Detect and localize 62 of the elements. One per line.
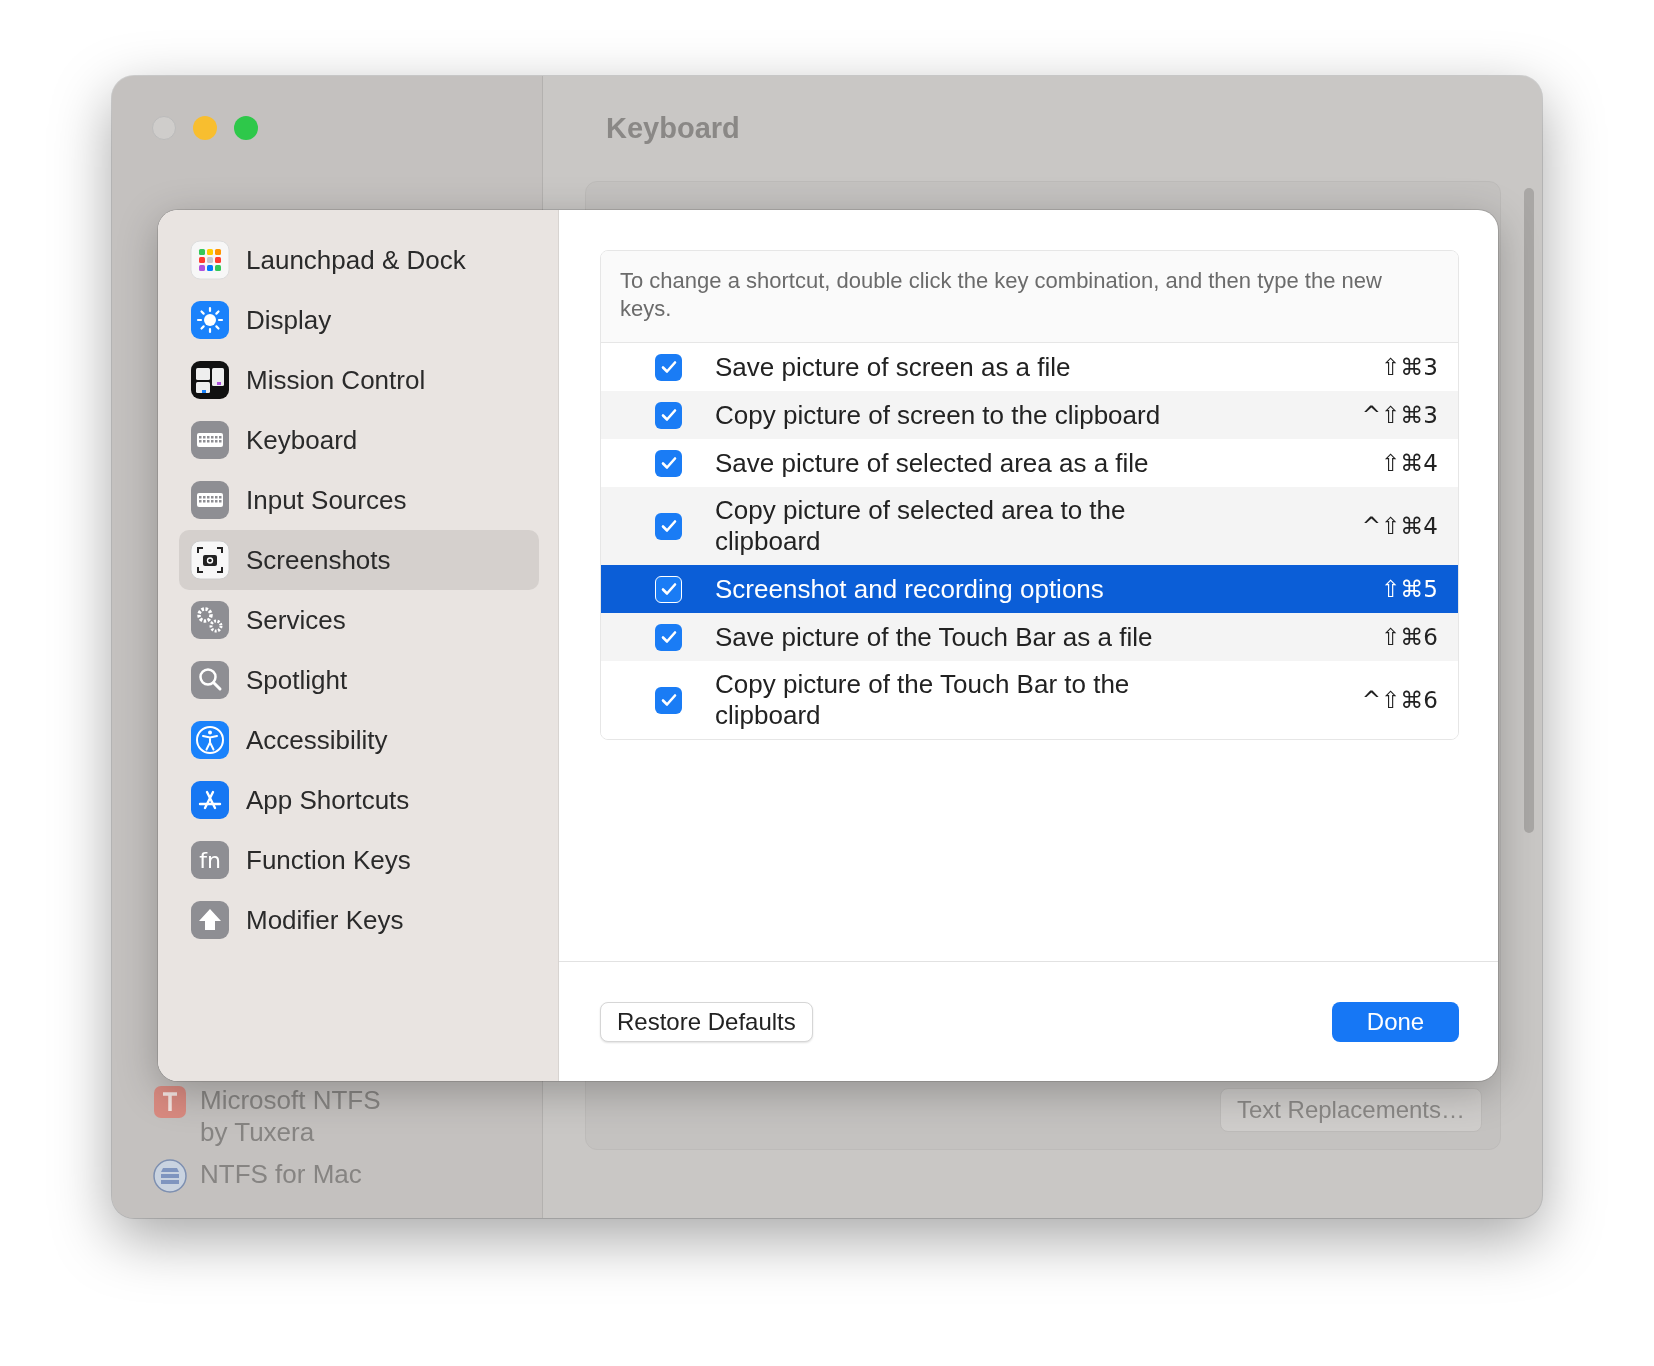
shortcut-label: Save picture of the Touch Bar as a file — [715, 621, 1154, 653]
checkbox[interactable] — [655, 623, 682, 651]
sidebar-item[interactable]: Input Sources — [179, 470, 539, 530]
checkmark-icon — [659, 580, 678, 598]
camera-icon — [190, 540, 230, 580]
checkmark-icon — [659, 628, 678, 646]
shortcut-row[interactable]: Copy picture of screen to the clipboard ^⇧⌘3 — [601, 391, 1458, 439]
checkmark-icon — [659, 454, 678, 472]
shortcut-row[interactable]: Save picture of the Touch Bar as a file ⇧⌘6 — [601, 613, 1458, 661]
sun-icon — [190, 300, 230, 340]
checkbox[interactable] — [655, 401, 682, 429]
gears-icon — [190, 600, 230, 640]
sidebar-item[interactable]: Spotlight — [179, 650, 539, 710]
shortcut-label: Screenshot and recording options — [715, 573, 1105, 605]
sidebar-item[interactable]: Launchpad & Dock — [179, 230, 539, 290]
checkmark-icon — [659, 691, 678, 709]
sidebar-item[interactable]: Screenshots — [179, 530, 539, 590]
key-combination[interactable]: ^⇧⌘6 — [1361, 687, 1438, 713]
sidebar-item[interactable]: Services — [179, 590, 539, 650]
key-combination[interactable]: ^⇧⌘4 — [1361, 513, 1438, 539]
shortcut-row[interactable]: Copy picture of selected area to the clipboard ^⇧⌘4 — [601, 487, 1458, 565]
sidebar-item[interactable]: Mission Control — [179, 350, 539, 410]
sidebar-item[interactable]: Keyboard — [179, 410, 539, 470]
instruction-text: To change a shortcut, double click the key combination, and then type the new keys. — [601, 251, 1458, 343]
shortcut-label: Copy picture of the Touch Bar to the clipboard — [715, 669, 1131, 731]
magnifier-icon — [190, 660, 230, 700]
shortcut-label: Copy picture of screen to the clipboard — [715, 399, 1162, 431]
sidebar-item[interactable]: fn Function Keys — [179, 830, 539, 890]
disk-icon — [152, 1158, 188, 1194]
keyboard-icon — [190, 420, 230, 460]
checkmark-icon — [659, 406, 678, 424]
scrollbar[interactable] — [1524, 188, 1534, 833]
windows-icon — [190, 360, 230, 400]
done-button[interactable]: Done — [1332, 1001, 1459, 1042]
checkbox[interactable] — [655, 686, 682, 714]
sidebar-item[interactable]: Accessibility — [179, 710, 539, 770]
a-shape-icon — [190, 780, 230, 820]
key-combination[interactable]: ⇧⌘3 — [1381, 354, 1438, 380]
key-combination[interactable]: ⇧⌘5 — [1381, 576, 1438, 602]
key-combination[interactable]: ⇧⌘4 — [1381, 450, 1438, 476]
accessibility-icon — [190, 720, 230, 760]
shortcut-label: Copy picture of selected area to the clipboard — [715, 495, 1127, 557]
keyboard-icon — [190, 480, 230, 520]
checkbox[interactable] — [655, 449, 682, 477]
letter-t-icon — [152, 1084, 188, 1120]
checkbox[interactable] — [655, 512, 682, 540]
shortcut-label: Save picture of selected area as a file — [715, 447, 1150, 479]
shortcut-label: Save picture of screen as a file — [715, 351, 1072, 383]
app-grid-icon — [190, 240, 230, 280]
checkmark-icon — [659, 517, 678, 535]
sidebar-item[interactable]: Display — [179, 290, 539, 350]
key-combination[interactable]: ⇧⌘6 — [1381, 624, 1438, 650]
checkmark-icon — [659, 358, 678, 376]
sidebar-item[interactable]: App Shortcuts — [179, 770, 539, 830]
checkbox[interactable] — [655, 353, 682, 381]
shortcut-row[interactable]: Screenshot and recording options ⇧⌘5 — [601, 565, 1458, 613]
key-combination[interactable]: ^⇧⌘3 — [1361, 402, 1438, 428]
window-title: Keyboard — [606, 112, 741, 145]
checkbox[interactable] — [655, 575, 682, 603]
sidebar-item[interactable]: Modifier Keys — [179, 890, 539, 950]
restore-defaults-button[interactable]: Restore Defaults — [600, 1001, 813, 1042]
fn-key-icon: fn — [190, 840, 230, 880]
